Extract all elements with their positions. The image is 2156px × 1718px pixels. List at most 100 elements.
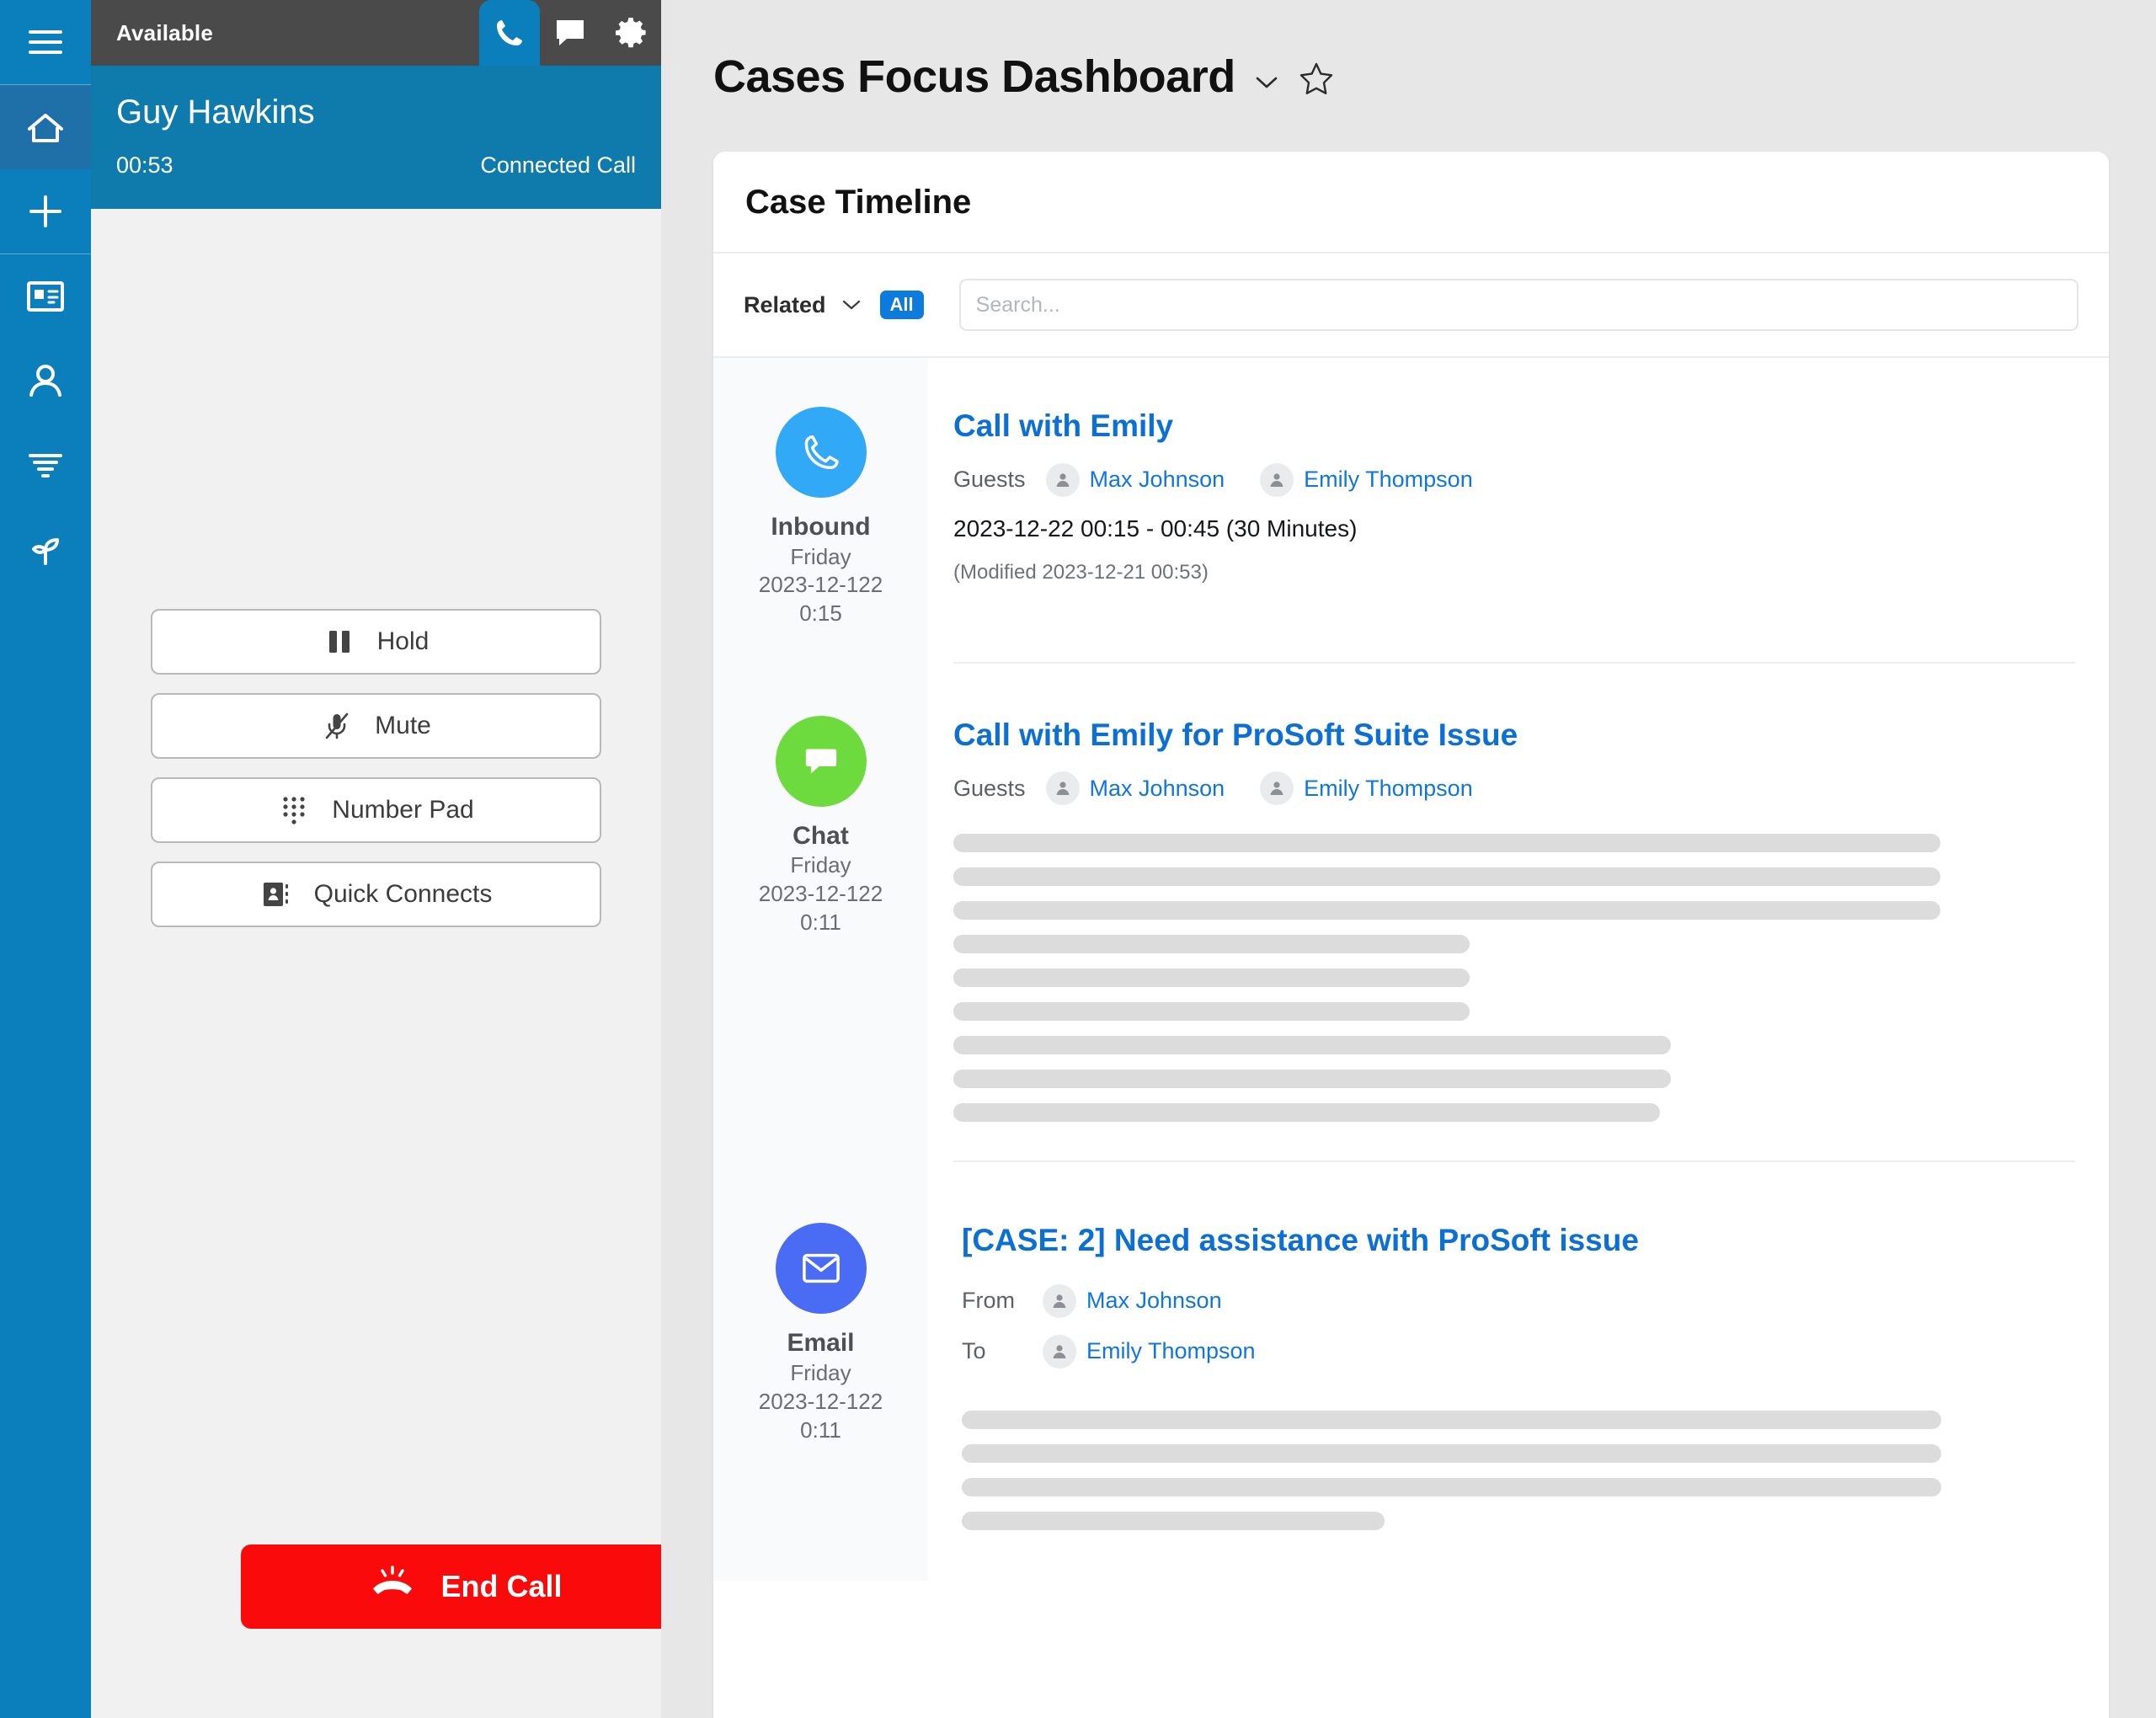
timeline-item[interactable]: Chat Friday 2023-12-122 0:11 Call with E…: [713, 663, 2109, 1161]
card-list-icon[interactable]: [0, 254, 91, 339]
mute-label: Mute: [375, 712, 431, 739]
chat-icon: [557, 20, 584, 45]
number-pad-button[interactable]: Number Pad: [151, 777, 601, 843]
timeline-modified: (Modified 2023-12-21 00:53): [953, 560, 1209, 584]
timeline-item[interactable]: Email Friday 2023-12-122 0:11 [CASE: 2] …: [713, 1162, 2109, 1581]
chat-tab[interactable]: [540, 0, 600, 66]
quick-connects-label: Quick Connects: [313, 880, 493, 908]
email-from-row: From Max Johnson: [962, 1283, 2075, 1318]
timeline-subject-link[interactable]: [CASE: 2] Need assistance with ProSoft i…: [962, 1223, 2075, 1259]
favorite-star-icon[interactable]: [1298, 56, 1335, 98]
email-to-row: To Emily Thompson: [962, 1334, 2075, 1369]
timeline-item-meta: Inbound Friday 2023-12-122 0:15: [713, 358, 928, 662]
gear-icon: [616, 18, 646, 48]
settings-tab[interactable]: [600, 0, 661, 66]
timeline-time: 0:11: [800, 909, 841, 935]
global-nav-rail: [0, 0, 91, 1718]
end-call-label: End Call: [440, 1569, 563, 1603]
pause-icon: [323, 629, 355, 654]
guest-name[interactable]: Emily Thompson: [1304, 776, 1473, 802]
timeline-time: 0:15: [799, 600, 842, 627]
guest-chip[interactable]: Emily Thompson: [1260, 771, 1473, 806]
guests-label: Guests: [953, 775, 1026, 801]
timeline-type-label: Inbound: [771, 513, 871, 541]
guest-chip[interactable]: Max Johnson: [1045, 462, 1225, 497]
ccp-body: Available Guy Hawkins 00:53 Connected Ca…: [91, 0, 691, 1718]
placeholder-line: [962, 1410, 1942, 1429]
guest-chip[interactable]: Emily Thompson: [1260, 462, 1473, 497]
from-label: From: [962, 1288, 1015, 1314]
page-header: Cases Focus Dashboard: [661, 0, 2156, 103]
timeline-item-meta: Email Friday 2023-12-122 0:11: [713, 1162, 928, 1581]
timeline-schedule: 2023-12-22 00:15 - 00:45 (30 Minutes): [953, 515, 1358, 542]
contact-header: Guy Hawkins 00:53 Connected Call: [91, 66, 661, 209]
guest-name[interactable]: Emily Thompson: [1304, 467, 1473, 493]
phone-icon: [497, 20, 522, 45]
placeholder-line: [953, 867, 1941, 887]
timeline-subject-link[interactable]: Call with Emily for ProSoft Suite Issue: [953, 718, 2075, 754]
contact-meta: 00:53 Connected Call: [116, 152, 636, 179]
avatar: [1260, 771, 1294, 806]
menu-icon[interactable]: [0, 0, 91, 84]
chevron-down-icon[interactable]: [1254, 62, 1279, 91]
plus-icon[interactable]: [0, 169, 91, 253]
timeline-item[interactable]: Inbound Friday 2023-12-122 0:15 Call wit…: [713, 358, 2109, 662]
ccp-controls: Hold Mute Number Pad Quick Connects: [91, 209, 661, 1718]
quick-connects-button[interactable]: Quick Connects: [151, 862, 601, 927]
related-filter-label[interactable]: Related: [744, 292, 826, 318]
placeholder-line: [953, 935, 1470, 954]
end-call-button[interactable]: End Call: [241, 1545, 691, 1629]
placeholder-line: [953, 901, 1941, 920]
chevron-down-icon[interactable]: [841, 298, 862, 312]
timeline-day: Friday: [790, 543, 851, 569]
placeholder-line: [953, 1103, 1661, 1123]
end-call-icon: [370, 1565, 415, 1609]
filter-icon[interactable]: [0, 423, 91, 507]
guest-name[interactable]: Max Johnson: [1090, 467, 1225, 493]
ccp-panel: Available Guy Hawkins 00:53 Connected Ca…: [0, 0, 691, 1718]
email-to-chip[interactable]: Emily Thompson: [1043, 1334, 1256, 1369]
mail-icon: [802, 1254, 840, 1283]
guest-name[interactable]: Max Johnson: [1090, 776, 1225, 802]
timeline-date: 2023-12-122: [758, 572, 883, 598]
mic-off-icon: [321, 712, 353, 740]
person-icon[interactable]: [0, 339, 91, 423]
number-pad-label: Number Pad: [332, 796, 474, 824]
guests-label: Guests: [953, 467, 1026, 493]
timeline-item-body: [CASE: 2] Need assistance with ProSoft i…: [928, 1162, 2109, 1581]
timeline-subject-link[interactable]: Call with Emily: [953, 408, 2075, 445]
timeline-type-label: Email: [787, 1329, 855, 1358]
contact-name: Guy Hawkins: [116, 93, 315, 131]
phone-tab[interactable]: [479, 0, 540, 66]
email-to-name[interactable]: Emily Thompson: [1086, 1338, 1256, 1364]
chat-body-placeholder: [953, 834, 2075, 1123]
hold-button[interactable]: Hold: [151, 609, 601, 675]
email-from-chip[interactable]: Max Johnson: [1043, 1283, 1222, 1318]
placeholder-line: [953, 834, 1941, 853]
placeholder-line: [953, 1036, 1672, 1055]
call-state: Connected Call: [480, 152, 636, 178]
guest-chip[interactable]: Max Johnson: [1045, 771, 1225, 806]
app-root: Available Guy Hawkins 00:53 Connected Ca…: [0, 0, 2156, 1718]
all-filter-chip[interactable]: All: [879, 291, 924, 319]
timeline-item-body: Call with Emily for ProSoft Suite Issue …: [928, 664, 2109, 1161]
hold-label: Hold: [376, 627, 430, 655]
timeline-date: 2023-12-122: [758, 881, 883, 907]
timeline-day: Friday: [790, 1359, 851, 1385]
avatar: [1045, 462, 1080, 497]
plant-icon[interactable]: [0, 507, 91, 591]
avatar: [1043, 1334, 1076, 1369]
timeline-guests: Guests Max Johnson Emily Thompson: [953, 462, 2075, 497]
email-body-placeholder: [962, 1410, 2075, 1530]
mute-button[interactable]: Mute: [151, 693, 601, 759]
agent-status[interactable]: Available: [91, 0, 479, 66]
timeline-list: Inbound Friday 2023-12-122 0:15 Call wit…: [713, 358, 2109, 1581]
timeline-type-badge: [775, 715, 867, 807]
email-from-name[interactable]: Max Johnson: [1086, 1288, 1222, 1314]
search-input[interactable]: [958, 279, 2079, 331]
dialpad-icon: [278, 796, 310, 824]
timeline-item-body: Call with Emily Guests Max Johnson Emily…: [928, 358, 2109, 662]
placeholder-line: [962, 1511, 1385, 1530]
call-timer: 00:53: [116, 152, 173, 178]
home-icon[interactable]: [0, 85, 91, 169]
